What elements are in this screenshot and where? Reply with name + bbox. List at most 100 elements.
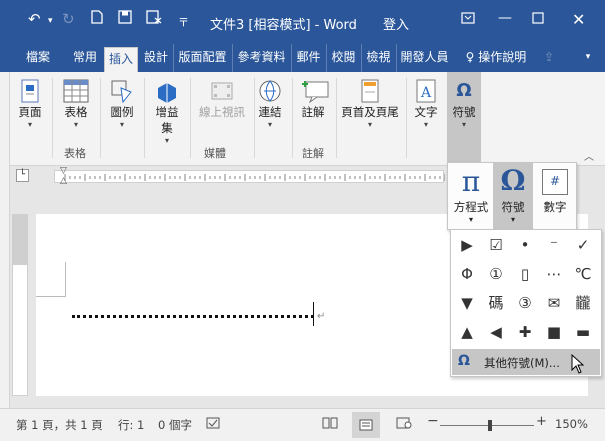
pages-button[interactable]: 頁面 ▾ bbox=[14, 78, 46, 130]
symbol-label: 符號 bbox=[501, 200, 525, 214]
pages-label: 頁面 bbox=[18, 105, 42, 119]
tab-layout[interactable]: 版面配置 bbox=[173, 44, 231, 72]
symbol-cell[interactable]: ⋯ bbox=[542, 262, 566, 286]
symbol-gallery: ▶ ☑ • ⁻ ✓ Φ ① ▯ ⋯ ℃ ▼ 碼 ③ ✉ 龖 ▲ ◀ ✚ ■ ▬ Ω 其他符號(M)... bbox=[450, 229, 602, 377]
symbol-cell[interactable]: ℃ bbox=[571, 262, 595, 286]
tell-me-box[interactable]: ♀ 操作說明 bbox=[456, 44, 536, 72]
tab-references[interactable]: 參考資料 bbox=[232, 44, 290, 72]
close-icon[interactable]: ✕ bbox=[572, 10, 585, 29]
dropdown-arrow-icon: ▾ bbox=[73, 120, 78, 129]
table-icon bbox=[63, 78, 89, 104]
page-count[interactable]: 第 1 頁，共 1 頁 bbox=[16, 417, 103, 433]
symbol-cell[interactable]: 龖 bbox=[571, 291, 595, 315]
group-divider bbox=[292, 78, 293, 158]
dropdown-arrow-icon: ▾ bbox=[423, 120, 428, 129]
symbol-cell[interactable]: Φ bbox=[455, 262, 479, 286]
symbol-cell[interactable]: • bbox=[513, 233, 537, 257]
hanging-indent-icon[interactable]: △ bbox=[60, 176, 67, 186]
comment-label: 註解 bbox=[301, 105, 325, 119]
customize-quick-access-icon[interactable]: 〒 bbox=[178, 14, 189, 30]
film-icon bbox=[209, 78, 235, 104]
web-layout-icon[interactable] bbox=[396, 417, 412, 432]
group-divider bbox=[336, 78, 337, 158]
minimize-icon[interactable]: — bbox=[498, 10, 512, 26]
save-as-icon[interactable] bbox=[146, 10, 162, 28]
dropdown-arrow-icon: ▾ bbox=[164, 136, 169, 145]
illustrations-button[interactable]: 圖例 ▾ bbox=[106, 78, 138, 130]
symbol-button[interactable]: Ω 符號 ▾ bbox=[493, 163, 533, 229]
header-footer-button[interactable]: 頁首及頁尾 ▾ bbox=[340, 78, 400, 130]
symbol-cell[interactable]: ① bbox=[484, 262, 508, 286]
symbol-cell[interactable]: ✓ bbox=[571, 233, 595, 257]
paragraph-mark-icon: ↵ bbox=[317, 311, 326, 322]
symbol-cell[interactable]: ▶ bbox=[455, 233, 479, 257]
share-icon[interactable]: ⇪ bbox=[538, 44, 560, 72]
number-button[interactable]: # 數字 bbox=[536, 167, 574, 227]
tab-design[interactable]: 設計 bbox=[140, 44, 172, 72]
comment-button[interactable]: 註解 bbox=[296, 78, 330, 120]
collapse-ribbon-icon[interactable]: ︿ bbox=[584, 148, 594, 163]
symbol-cell[interactable]: ▼ bbox=[455, 291, 479, 315]
group-label-table: 表格 bbox=[64, 147, 86, 160]
collapse-icon[interactable]: ▾ bbox=[576, 44, 600, 72]
symbol-cell[interactable]: ◀ bbox=[484, 320, 508, 344]
addins-button[interactable]: 增益集 ▾ bbox=[150, 78, 184, 146]
word-count[interactable]: 0 個字 bbox=[158, 417, 192, 433]
ribbon-display-icon[interactable] bbox=[461, 12, 475, 28]
tab-developer[interactable]: 開發人員 bbox=[396, 44, 452, 72]
tell-me-label: 操作說明 bbox=[478, 50, 527, 64]
addins-icon bbox=[154, 78, 180, 104]
symbols-button[interactable]: Ω 符號 ▾ bbox=[447, 72, 481, 166]
zoom-level[interactable]: 150% bbox=[555, 417, 588, 431]
dropdown-arrow-icon: ▾ bbox=[461, 120, 466, 129]
text-box-icon: A bbox=[413, 78, 439, 104]
tab-view[interactable]: 檢視 bbox=[361, 44, 395, 72]
read-mode-icon[interactable] bbox=[322, 417, 338, 432]
symbol-cell[interactable]: ✚ bbox=[513, 320, 537, 344]
proofing-icon[interactable] bbox=[206, 417, 220, 432]
window-edge bbox=[0, 72, 10, 408]
undo-dropdown-icon[interactable]: ▾ bbox=[48, 16, 53, 26]
tab-selector-icon[interactable]: └ bbox=[16, 169, 29, 182]
symbol-cell[interactable]: ▬ bbox=[571, 320, 595, 344]
online-video-label: 線上視訊 bbox=[199, 105, 245, 119]
tab-review[interactable]: 校閱 bbox=[326, 44, 360, 72]
ribbon-tabs: 檔案 常用 插入 設計 版面配置 參考資料 郵件 校閱 檢視 開發人員 ♀ 操作… bbox=[0, 44, 605, 72]
vertical-ruler[interactable] bbox=[12, 214, 28, 396]
indent-marker-icon[interactable]: ▽ bbox=[60, 166, 67, 176]
maximize-icon[interactable] bbox=[532, 12, 544, 28]
group-label-comment: 註解 bbox=[302, 147, 324, 160]
equation-button[interactable]: π 方程式 ▾ bbox=[452, 165, 490, 227]
tab-mailings[interactable]: 郵件 bbox=[291, 44, 325, 72]
symbol-cell[interactable]: 碼 bbox=[484, 291, 508, 315]
zoom-slider-thumb[interactable] bbox=[488, 420, 492, 431]
text-button[interactable]: A 文字 ▾ bbox=[410, 78, 442, 130]
symbol-cell[interactable]: ⁻ bbox=[542, 233, 566, 257]
tab-file[interactable]: 檔案 bbox=[20, 44, 56, 72]
table-button[interactable]: 表格 ▾ bbox=[60, 78, 92, 130]
tab-home[interactable]: 常用 bbox=[68, 44, 102, 72]
header-footer-label: 頁首及頁尾 bbox=[341, 105, 399, 119]
zoom-in-icon[interactable]: + bbox=[536, 414, 547, 429]
dropdown-arrow-icon: ▾ bbox=[468, 215, 473, 224]
line-number[interactable]: 行: 1 bbox=[118, 417, 144, 433]
symbol-cell[interactable]: ▯ bbox=[513, 262, 537, 286]
save-icon[interactable] bbox=[118, 10, 132, 28]
title-bar: ↶ ▾ ↻ 〒 文件3 [相容模式] - Word 登入 — ✕ bbox=[0, 0, 605, 44]
undo-icon[interactable]: ↶ bbox=[28, 10, 41, 28]
zoom-out-icon[interactable]: − bbox=[427, 413, 439, 429]
symbol-cell[interactable]: ✉ bbox=[542, 291, 566, 315]
symbol-cell[interactable]: ☑ bbox=[484, 233, 508, 257]
link-icon bbox=[257, 78, 283, 104]
symbol-cell[interactable]: ▲ bbox=[455, 320, 479, 344]
signin-link[interactable]: 登入 bbox=[383, 14, 409, 33]
page-icon bbox=[17, 78, 43, 104]
tab-insert[interactable]: 插入 bbox=[104, 47, 138, 72]
print-layout-button[interactable] bbox=[352, 412, 380, 438]
symbol-cell[interactable]: ③ bbox=[513, 291, 537, 315]
zoom-slider[interactable] bbox=[440, 425, 534, 426]
new-document-icon[interactable] bbox=[91, 10, 103, 28]
links-button[interactable]: 連結 ▾ bbox=[254, 78, 286, 130]
symbol-cell[interactable]: ■ bbox=[542, 320, 566, 344]
omega-icon: Ω bbox=[458, 353, 470, 369]
